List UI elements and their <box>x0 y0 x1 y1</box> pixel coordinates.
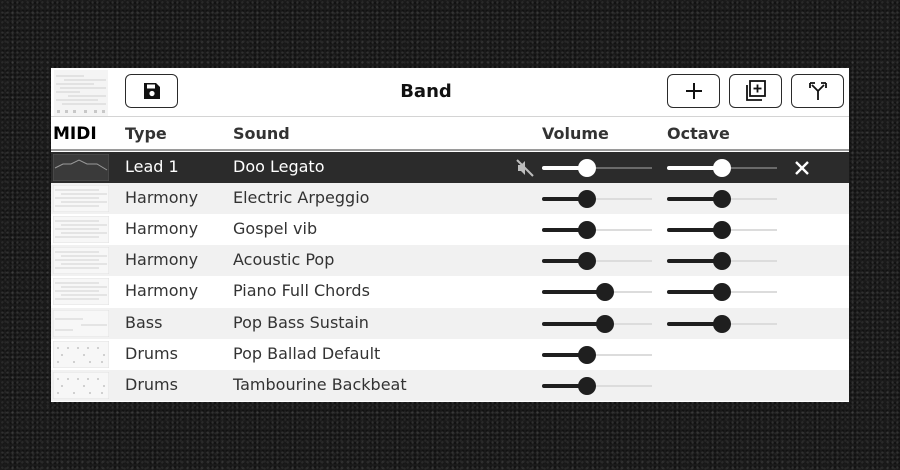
split-icon <box>808 82 827 100</box>
add-track-button[interactable] <box>667 74 720 108</box>
volume-slider-knob[interactable] <box>578 252 597 271</box>
volume-slider-knob[interactable] <box>578 345 597 364</box>
volume-slider[interactable] <box>542 345 652 365</box>
octave-slider[interactable] <box>667 158 777 178</box>
volume-slider[interactable] <box>542 282 652 302</box>
remove-track-icon[interactable] <box>792 158 812 178</box>
volume-slider-knob[interactable] <box>578 190 597 209</box>
octave-slider[interactable] <box>667 189 777 209</box>
plus-icon <box>685 83 702 99</box>
track-type: Harmony <box>125 281 199 301</box>
track-row[interactable]: Harmony Gospel vib <box>51 214 849 246</box>
midi-thumbnail <box>53 309 109 337</box>
track-row[interactable]: Drums Pop Ballad Default <box>51 338 849 370</box>
track-type: Bass <box>125 312 163 332</box>
band-panel: Band MIDI Type Sound Volume Octave Lead … <box>51 68 849 402</box>
save-button[interactable] <box>125 74 178 108</box>
midi-thumbnail <box>53 185 109 213</box>
track-type: Drums <box>125 343 178 363</box>
track-sound[interactable]: Electric Arpeggio <box>233 188 369 207</box>
track-sound[interactable]: Piano Full Chords <box>233 281 370 300</box>
toolbar: Band <box>51 68 849 117</box>
column-header-octave: Octave <box>667 124 730 143</box>
track-row[interactable]: Harmony Electric Arpeggio <box>51 183 849 215</box>
track-row[interactable]: Harmony Piano Full Chords <box>51 276 849 308</box>
octave-slider[interactable] <box>667 314 777 334</box>
track-type: Lead 1 <box>125 157 179 176</box>
octave-slider[interactable] <box>667 251 777 271</box>
volume-slider[interactable] <box>542 189 652 209</box>
volume-slider[interactable] <box>542 251 652 271</box>
track-type: Harmony <box>125 188 199 208</box>
volume-slider[interactable] <box>542 314 652 334</box>
midi-thumbnail <box>53 278 109 306</box>
octave-slider-knob[interactable] <box>713 159 731 177</box>
column-header-type: Type <box>125 124 167 143</box>
column-header-volume: Volume <box>542 124 609 143</box>
track-row[interactable]: Harmony Acoustic Pop <box>51 245 849 277</box>
column-header-sound: Sound <box>233 124 290 143</box>
band-midi-thumbnail <box>54 70 108 116</box>
octave-slider-knob[interactable] <box>713 252 731 271</box>
split-track-button[interactable] <box>791 74 844 108</box>
volume-slider-knob[interactable] <box>578 376 597 395</box>
octave-slider[interactable] <box>667 282 777 302</box>
track-row[interactable]: Drums Tambourine Backbeat <box>51 369 849 401</box>
volume-slider-knob[interactable] <box>595 314 614 333</box>
midi-thumbnail <box>53 371 109 399</box>
volume-slider[interactable] <box>542 220 652 240</box>
octave-slider[interactable] <box>667 220 777 240</box>
mute-icon[interactable] <box>515 158 535 178</box>
track-row[interactable]: Bass Pop Bass Sustain <box>51 307 849 339</box>
duplicate-icon <box>745 80 766 101</box>
midi-thumbnail <box>53 247 109 275</box>
track-type: Harmony <box>125 219 199 239</box>
midi-thumbnail <box>53 154 109 181</box>
midi-thumbnail <box>53 216 109 244</box>
save-icon <box>143 83 160 99</box>
track-type: Drums <box>125 374 178 394</box>
track-sound[interactable]: Gospel vib <box>233 219 317 238</box>
octave-slider-knob[interactable] <box>713 190 731 209</box>
octave-slider-knob[interactable] <box>713 283 731 302</box>
band-title: Band <box>400 81 452 102</box>
track-sound[interactable]: Acoustic Pop <box>233 250 334 269</box>
track-sound[interactable]: Pop Ballad Default <box>233 344 380 363</box>
column-header-row: MIDI Type Sound Volume Octave <box>51 118 849 151</box>
track-row[interactable]: Lead 1 Doo Legato <box>51 152 849 183</box>
midi-thumbnail <box>53 340 109 368</box>
volume-slider[interactable] <box>542 376 652 396</box>
volume-slider-knob[interactable] <box>578 159 597 177</box>
track-type: Harmony <box>125 250 199 270</box>
volume-slider[interactable] <box>542 158 652 178</box>
track-sound[interactable]: Tambourine Backbeat <box>233 375 407 394</box>
octave-slider-knob[interactable] <box>713 221 731 240</box>
octave-slider-knob[interactable] <box>713 314 731 333</box>
volume-slider-knob[interactable] <box>595 283 614 302</box>
track-sound[interactable]: Pop Bass Sustain <box>233 313 369 332</box>
volume-slider-knob[interactable] <box>578 221 597 240</box>
column-header-midi: MIDI <box>53 124 97 144</box>
track-sound[interactable]: Doo Legato <box>233 157 324 176</box>
duplicate-track-button[interactable] <box>729 74 782 108</box>
